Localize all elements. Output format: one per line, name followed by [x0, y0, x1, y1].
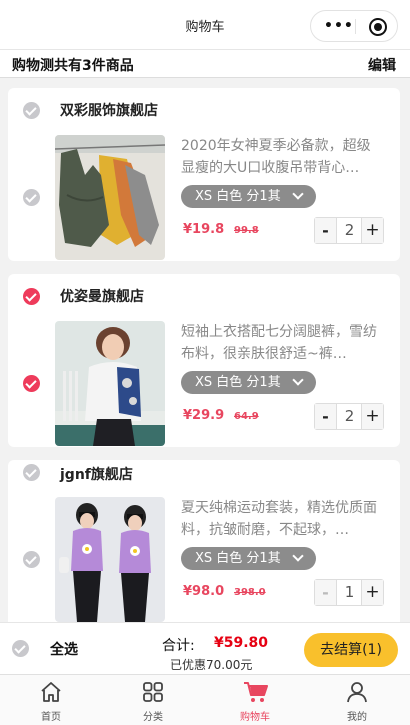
- product-title[interactable]: 短袖上衣搭配七分阔腿裤，雪纺布料，很亲肤很舒适~裤…: [181, 321, 381, 365]
- discount-text: 已优惠70.00元: [170, 658, 253, 672]
- original-price: 64.9: [234, 411, 259, 422]
- home-icon: [41, 682, 61, 702]
- user-icon: [347, 682, 367, 703]
- tab-home[interactable]: 首页: [0, 675, 102, 725]
- cart-icon: [244, 682, 268, 702]
- select-all-checkbox[interactable]: [12, 640, 29, 657]
- checkout-button[interactable]: 去结算(1): [304, 633, 398, 667]
- cart-count-text: 购物测共有3件商品: [12, 58, 134, 74]
- tab-label: 我的: [347, 712, 367, 723]
- quantity-value[interactable]: 2: [337, 404, 362, 429]
- tab-label: 分类: [143, 712, 163, 723]
- total-amount: ¥59.80: [214, 635, 269, 651]
- shop-name: jgnf旗舰店: [60, 467, 133, 483]
- tab-category[interactable]: 分类: [102, 675, 204, 725]
- spec-selector[interactable]: XS 白色 分1其: [181, 371, 316, 394]
- spec-label: XS 白色 分1其: [195, 551, 281, 566]
- decrease-button[interactable]: -: [315, 580, 337, 605]
- tab-label: 首页: [41, 712, 61, 723]
- product-image[interactable]: [55, 321, 165, 446]
- navigation-bar: 购物车 •••: [0, 0, 410, 50]
- quantity-stepper: - 1 +: [314, 579, 384, 606]
- shop-checkbox[interactable]: [23, 288, 40, 305]
- decrease-button[interactable]: -: [315, 218, 337, 243]
- shop-checkbox[interactable]: [23, 464, 40, 481]
- chevron-down-icon: [292, 550, 304, 562]
- cart-list: 双彩服饰旗舰店 2020年女神夏季必备款，超级显瘦的大U口收腹吊带背心… XS …: [0, 78, 410, 622]
- increase-button[interactable]: +: [361, 404, 383, 429]
- capsule-divider: [355, 19, 356, 34]
- quantity-value[interactable]: 1: [337, 580, 362, 605]
- edit-button[interactable]: 编辑: [368, 55, 396, 75]
- price: ¥98.0: [183, 584, 225, 599]
- product-title[interactable]: 夏天纯棉运动套装，精选优质面料，抗皱耐磨，不起球，…: [181, 497, 381, 541]
- tab-label: 购物车: [240, 712, 270, 723]
- item-checkbox[interactable]: [23, 375, 40, 392]
- shop-card: 优姿曼旗舰店 短袖上衣搭配七分阔腿裤，雪纺布料，很亲肤很舒适~裤… XS 白色: [8, 274, 400, 447]
- more-icon[interactable]: •••: [324, 19, 354, 33]
- price: ¥19.8: [183, 222, 225, 237]
- product-image[interactable]: [55, 135, 165, 260]
- grid-icon: [143, 682, 163, 702]
- quantity-stepper: - 2 +: [314, 217, 384, 244]
- original-price: 398.0: [234, 587, 266, 598]
- cart-summary-bar: 购物测共有3件商品 编辑: [0, 50, 410, 78]
- shop-name: 优姿曼旗舰店: [60, 289, 144, 305]
- checkout-bar: 全选 合计: ¥59.80 已优惠70.00元 去结算(1): [0, 622, 410, 674]
- tab-bar: 首页 分类 购物车 我的: [0, 674, 410, 725]
- select-all-label[interactable]: 全选: [50, 639, 78, 659]
- increase-button[interactable]: +: [361, 580, 383, 605]
- shop-name: 双彩服饰旗舰店: [60, 103, 158, 119]
- quantity-value[interactable]: 2: [337, 218, 362, 243]
- product-title[interactable]: 2020年女神夏季必备款，超级显瘦的大U口收腹吊带背心…: [181, 135, 381, 179]
- spec-label: XS 白色 分1其: [195, 375, 281, 390]
- spec-label: XS 白色 分1其: [195, 189, 281, 204]
- item-checkbox[interactable]: [23, 551, 40, 568]
- tab-mine[interactable]: 我的: [306, 675, 408, 725]
- decrease-button[interactable]: -: [315, 404, 337, 429]
- tab-cart[interactable]: 购物车: [204, 675, 306, 725]
- increase-button[interactable]: +: [361, 218, 383, 243]
- chevron-down-icon: [292, 188, 304, 200]
- spec-selector[interactable]: XS 白色 分1其: [181, 547, 316, 570]
- close-target-icon[interactable]: [369, 18, 387, 36]
- price: ¥29.9: [183, 408, 225, 423]
- shop-card: 双彩服饰旗舰店 2020年女神夏季必备款，超级显瘦的大U口收腹吊带背心… XS …: [8, 88, 400, 261]
- original-price: 99.8: [234, 225, 259, 236]
- total-label: 合计:: [162, 638, 195, 654]
- quantity-stepper: - 2 +: [314, 403, 384, 430]
- mini-program-capsule: •••: [310, 10, 398, 42]
- chevron-down-icon: [292, 374, 304, 386]
- shop-card: jgnf旗舰店 夏天纯棉运动套装，精选优质面料，抗皱耐磨，不起球，… XS 白色…: [8, 460, 400, 622]
- shop-checkbox[interactable]: [23, 102, 40, 119]
- spec-selector[interactable]: XS 白色 分1其: [181, 185, 316, 208]
- item-checkbox[interactable]: [23, 189, 40, 206]
- product-image[interactable]: [55, 497, 165, 622]
